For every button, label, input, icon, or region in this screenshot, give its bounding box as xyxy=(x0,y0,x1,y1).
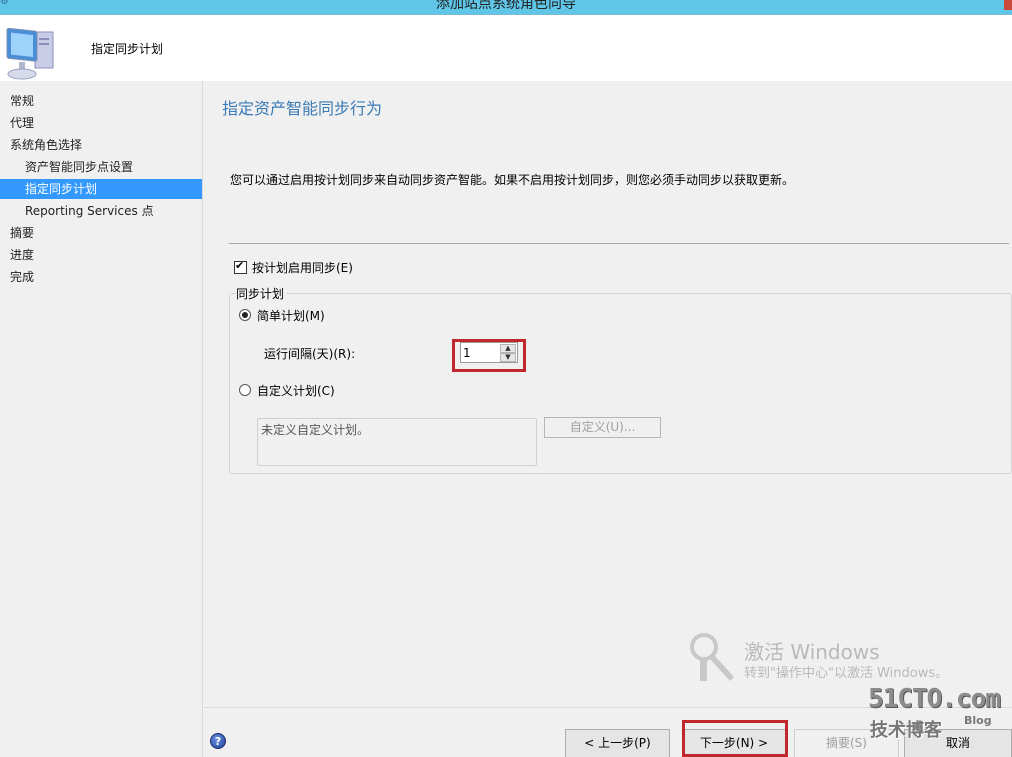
run-interval-spinner[interactable]: ▲ ▼ xyxy=(460,342,518,363)
sidebar-item-sync-schedule[interactable]: 指定同步计划 xyxy=(0,179,202,199)
checkbox-checked-icon[interactable] xyxy=(234,259,247,274)
customize-button[interactable]: 自定义(U)... xyxy=(544,417,661,438)
blog-watermark-tag: Blog xyxy=(964,714,992,727)
activate-windows-title: 激活 Windows xyxy=(744,640,880,664)
sidebar-item-proxy[interactable]: 代理 xyxy=(0,113,202,133)
description-text: 您可以通过启用按计划同步来自动同步资产智能。如果不启用按计划同步，则您必须手动同… xyxy=(230,173,795,187)
blog-watermark-text: 技术博客 xyxy=(870,720,942,741)
run-interval-label: 运行间隔(天)(R): xyxy=(264,347,356,361)
sidebar-item-progress[interactable]: 进度 xyxy=(0,245,202,265)
computer-icon xyxy=(6,27,54,80)
radio-selected-icon[interactable] xyxy=(239,309,251,321)
sidebar-item-completion[interactable]: 完成 xyxy=(0,267,202,287)
next-annotation-highlight-frame xyxy=(682,720,788,757)
help-icon[interactable]: ? xyxy=(210,733,226,749)
title-bar: ⚙ 添加站点系统角色向导 xyxy=(0,0,1012,15)
sidebar-item-general[interactable]: 常规 xyxy=(0,91,202,111)
sidebar-item-summary[interactable]: 摘要 xyxy=(0,223,202,243)
simple-schedule-radio[interactable]: 简单计划(M) xyxy=(239,307,325,323)
custom-schedule-radio[interactable]: 自定义计划(C) xyxy=(239,382,335,398)
enable-schedule-sync-label: 按计划启用同步(E) xyxy=(252,260,353,275)
key-icon xyxy=(690,633,734,681)
custom-schedule-label: 自定义计划(C) xyxy=(257,383,335,398)
main-panel: 指定资产智能同步行为 您可以通过启用按计划同步来自动同步资产智能。如果不启用按计… xyxy=(204,81,1012,707)
run-interval-input[interactable] xyxy=(463,344,499,361)
divider xyxy=(229,243,1009,244)
spin-down-icon[interactable]: ▼ xyxy=(500,353,516,362)
blog-watermark: 51CTO.com 技术博客 Blog xyxy=(868,684,1001,741)
blog-watermark-logo: 51CTO.com xyxy=(868,684,1001,714)
sidebar-item-reporting-services[interactable]: Reporting Services 点 xyxy=(0,201,202,221)
spin-up-icon[interactable]: ▲ xyxy=(500,344,516,353)
sidebar-item-ai-sync-settings[interactable]: 资产智能同步点设置 xyxy=(0,157,202,177)
wizard-steps-sidebar: 常规 代理 系统角色选择 资产智能同步点设置 指定同步计划 Reporting … xyxy=(0,81,203,757)
page-heading: 指定资产智能同步行为 xyxy=(222,99,383,118)
enable-schedule-sync-checkbox[interactable]: 按计划启用同步(E) xyxy=(234,259,353,275)
radio-unselected-icon[interactable] xyxy=(239,384,251,396)
close-button[interactable] xyxy=(1004,0,1012,10)
header-title: 指定同步计划 xyxy=(91,42,164,56)
schedule-group-label: 同步计划 xyxy=(236,285,287,302)
custom-schedule-textbox: 未定义自定义计划。 xyxy=(257,418,537,466)
activate-windows-subtitle: 转到"操作中心"以激活 Windows。 xyxy=(744,666,949,681)
wizard-header: 指定同步计划 xyxy=(0,15,1012,81)
back-button[interactable]: < 上一步(P) xyxy=(565,729,670,757)
simple-schedule-label: 简单计划(M) xyxy=(257,308,325,323)
window-title: 添加站点系统角色向导 xyxy=(436,0,576,12)
sidebar-item-role-selection[interactable]: 系统角色选择 xyxy=(0,135,202,155)
